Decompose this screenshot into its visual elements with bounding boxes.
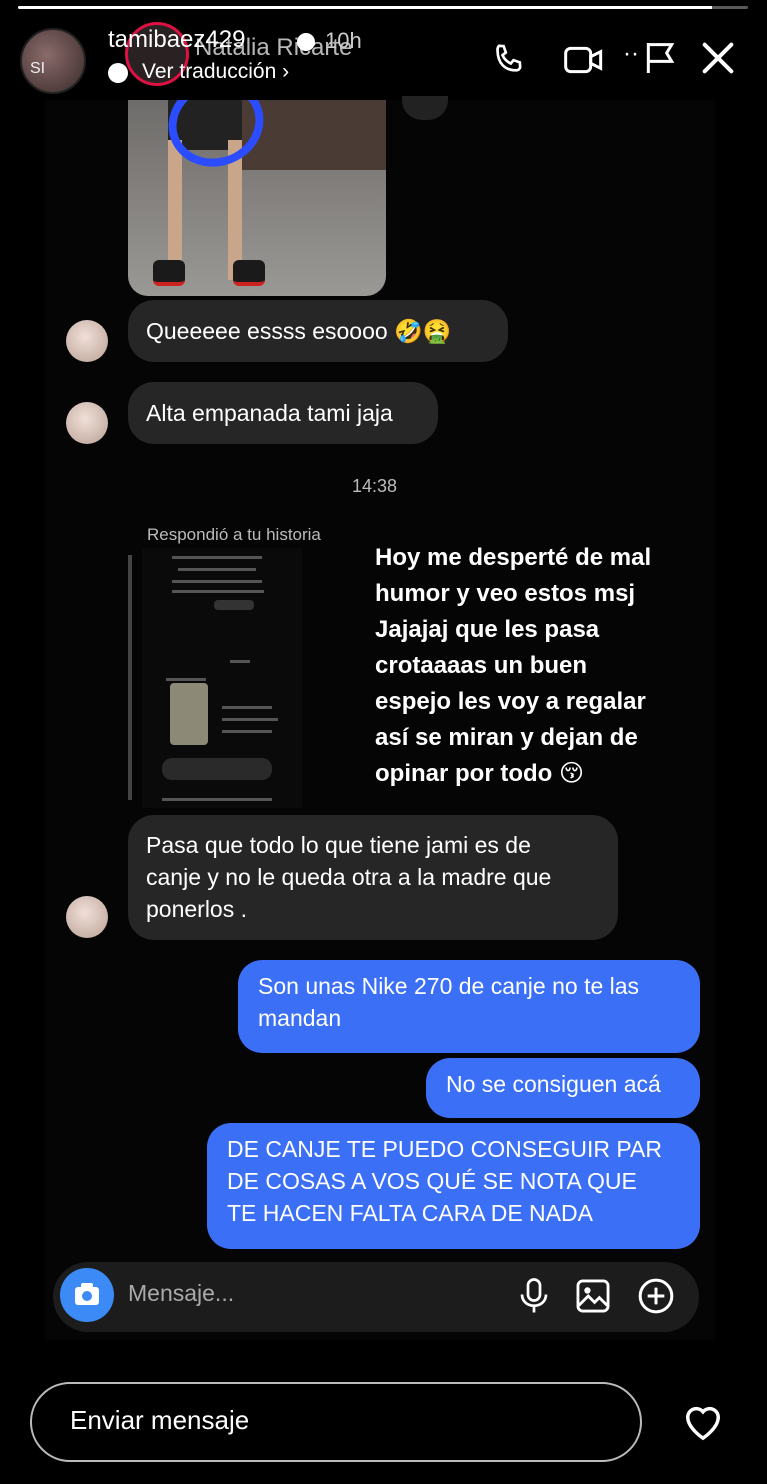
message-line: DE CANJE TE PUEDO CONSEGUIR PAR	[227, 1136, 662, 1162]
overlay-line: humor y veo estos msj	[375, 580, 636, 607]
message-line: DE COSAS A VOS QUÉ SE NOTA QUE	[227, 1168, 637, 1194]
thumb-line	[162, 798, 272, 801]
message-line: No se consiguen acá	[446, 1071, 661, 1097]
story-time: 10h	[325, 28, 362, 53]
thumb-line	[172, 590, 264, 593]
message-text: Alta empanada tami jaja	[146, 400, 393, 426]
dots-icon[interactable]: ··	[623, 40, 639, 68]
camera-icon	[75, 1283, 99, 1305]
photo-shoe	[153, 260, 185, 286]
message-text: Queeeee essss esoooo 🤣🤮	[146, 318, 452, 344]
message-line: Pasa que todo lo que tiene jami es de	[146, 832, 531, 858]
message-bubble-out[interactable]: DE CANJE TE PUEDO CONSEGUIR PAR DE COSAS…	[207, 1123, 700, 1249]
message-bubble-out[interactable]: No se consiguen acá	[426, 1058, 700, 1118]
thumb-line	[166, 678, 206, 681]
message-line: Son unas Nike 270 de canje no te las	[258, 973, 640, 999]
overlay-line: Jajajaj que les pasa	[375, 616, 600, 643]
thumb-line	[172, 580, 262, 583]
photo-leg	[168, 140, 182, 280]
overlay-line: opinar por todo 😚	[375, 760, 584, 787]
thumb-button	[214, 600, 254, 610]
message-bubble-in[interactable]: Alta empanada tami jaja	[128, 382, 438, 444]
flag-icon[interactable]	[640, 38, 680, 78]
photo-shoe	[233, 260, 265, 286]
sender-avatar	[66, 320, 108, 362]
message-bubble-out[interactable]: Son unas Nike 270 de canje no te las man…	[238, 960, 700, 1053]
message-line: ponerlos .	[146, 896, 248, 922]
story-avatar-text: SI	[30, 60, 46, 77]
thumb-line	[222, 718, 278, 721]
thumb-image	[170, 683, 208, 745]
sender-avatar	[66, 402, 108, 444]
sender-avatar	[66, 896, 108, 938]
thumb-line	[230, 660, 250, 663]
message-bubble-in[interactable]: Queeeee essss esoooo 🤣🤮	[128, 300, 508, 362]
overlay-line: crotaaaas un buen	[375, 652, 588, 679]
thumb-line	[222, 706, 272, 709]
message-line: mandan	[258, 1005, 342, 1031]
reply-quote-bar	[128, 555, 132, 800]
heart-icon[interactable]	[680, 1400, 726, 1442]
shared-photo[interactable]	[128, 100, 386, 296]
message-input[interactable]: Mensaje...	[128, 1280, 234, 1307]
thumb-line	[178, 568, 256, 571]
video-icon[interactable]	[562, 40, 606, 80]
story-overlay-text: Hoy me desperté de mal humor y veo estos…	[375, 540, 735, 792]
gallery-icon[interactable]	[574, 1277, 612, 1315]
story-avatar[interactable]: SI	[20, 28, 86, 94]
translate-link[interactable]: Ver traducción ›	[108, 60, 289, 84]
microphone-icon[interactable]	[516, 1276, 552, 1316]
message-bubble-in[interactable]: Pasa que todo lo que tiene jami es de ca…	[128, 815, 618, 940]
camera-button[interactable]	[60, 1268, 114, 1322]
close-icon[interactable]	[698, 38, 738, 78]
message-line: TE HACEN FALTA CARA DE NADA	[227, 1200, 593, 1226]
plus-circle-icon[interactable]	[636, 1276, 676, 1316]
verified-icon	[297, 33, 315, 51]
overlay-line: espejo les voy a regalar	[375, 688, 646, 715]
thumb-line	[172, 556, 262, 559]
thumb-line	[222, 730, 272, 733]
overlay-line: Hoy me desperté de mal	[375, 544, 652, 571]
story-username[interactable]: tamibaez429	[108, 26, 245, 54]
thumb-pill	[162, 758, 272, 780]
overlay-line: así se miran y dejan de	[375, 724, 638, 751]
message-line: canje y no le queda otra a la madre que	[146, 864, 552, 890]
replied-to-story-label: Respondió a tu historia	[147, 525, 321, 544]
story-progress	[18, 6, 748, 9]
story-progress-fill	[18, 6, 712, 9]
story-reply-thumbnail[interactable]	[142, 548, 302, 808]
chat-timestamp: 14:38	[352, 476, 398, 496]
phone-icon[interactable]	[488, 40, 528, 80]
chevron-right-icon: ›	[282, 60, 290, 83]
translate-label: Ver traducción	[142, 60, 277, 83]
story-reply-input[interactable]: Enviar mensaje	[70, 1405, 249, 1436]
